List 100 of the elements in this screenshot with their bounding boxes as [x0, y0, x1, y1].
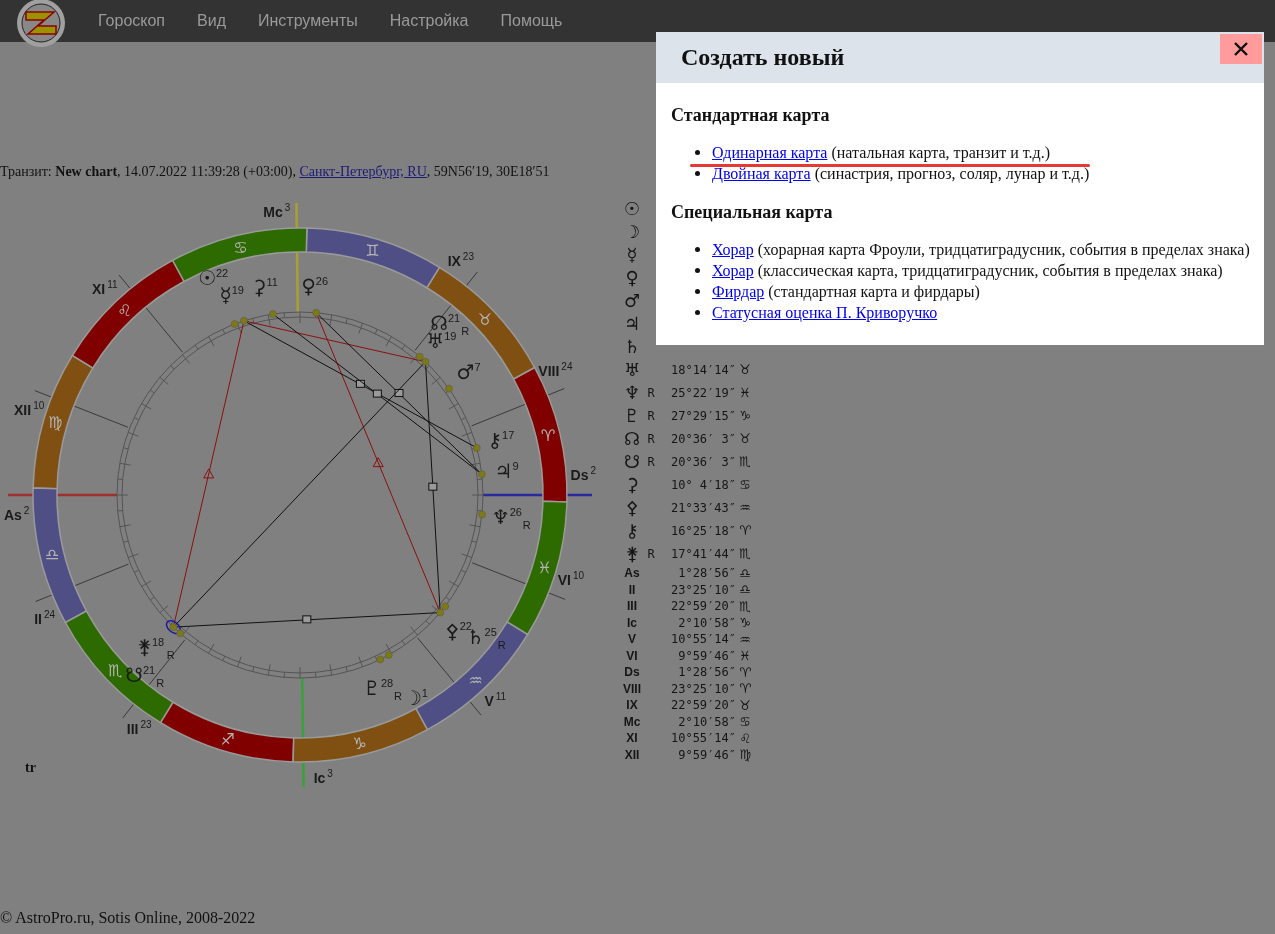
house-symbol: Ds [623, 664, 641, 681]
sign-glyph: ♋ [738, 476, 752, 494]
house-symbol: II [627, 581, 637, 598]
position-value: 20°36′ 3″ [669, 453, 736, 471]
menu-item[interactable]: Инструменты [258, 12, 358, 30]
planet-symbol: ♄ [622, 335, 642, 358]
planet-symbol: ⚵ [624, 542, 640, 565]
option-text: Хорар (классическая карта, тридцатиградусник, события в пределах знака) [712, 261, 1223, 281]
sign-glyph: ♍ [48, 413, 63, 433]
position-value: 25°22′19″ [669, 384, 736, 402]
house-label: XI$^{11}$ [91, 278, 118, 297]
bullet-icon [695, 150, 700, 155]
house-label: IX$^{23}$ [447, 250, 474, 269]
position-value: 1°28′56″ [677, 664, 736, 681]
position-value: 17°41′44″ [669, 545, 736, 563]
retrograde-mark: R [156, 676, 165, 689]
sign-glyph: ♊ [365, 241, 380, 261]
house-label: Mc$^{3}$ [263, 201, 291, 220]
sign-glyph: ♌ [117, 300, 132, 320]
house-symbol: VIII [622, 680, 642, 697]
house-label: VI$^{10}$ [557, 570, 585, 589]
planet-glyph: ⚵$^{18}$ [137, 634, 165, 659]
retrograde-mark: R [166, 648, 175, 661]
house-label: II$^{24}$ [34, 609, 56, 628]
house-label: III$^{23}$ [126, 719, 152, 737]
option-link[interactable]: Одинарная карта [712, 144, 828, 161]
menu-item[interactable]: Гороскоп [98, 12, 166, 30]
sign-glyph: ♉ [738, 361, 752, 379]
close-button[interactable] [1220, 34, 1262, 64]
menu-item[interactable]: Помощь [500, 12, 563, 30]
house-symbol: III [626, 598, 638, 615]
retrograde-mark: R [497, 639, 506, 652]
sign-glyph: ♈ [738, 664, 752, 681]
planet-dot [269, 310, 277, 318]
planet-dot [312, 308, 320, 317]
house-symbol: V [627, 631, 637, 648]
sign-glyph: ♓ [738, 384, 752, 402]
house-label: VIII$^{24}$ [538, 360, 573, 379]
position-value: 2°10′58″ [677, 713, 736, 730]
position-value: 16°25′18″ [669, 522, 736, 540]
position-value: 23°25′10″ [669, 581, 736, 598]
position-value: 23°25′10″ [669, 680, 736, 697]
planet-dot [473, 444, 481, 452]
retrograde-mark: R [646, 430, 656, 448]
planet-dot [376, 655, 385, 664]
sign-glyph: ♋ [738, 713, 752, 730]
option-text: Хорар (хорарная карта Фроули, тридцатиградусник, события в пределах знака) [712, 240, 1250, 260]
retrograde-mark: R [461, 324, 470, 337]
place-link[interactable]: Санкт-Петербург, RU [299, 164, 427, 179]
position-value: 18°14′14″ [669, 361, 736, 379]
section-heading: Специальная карта [671, 202, 834, 223]
sign-glyph: ♑ [738, 614, 752, 631]
planet-symbol: ☉ [622, 197, 642, 220]
planet-symbol: ♃ [622, 312, 642, 335]
house-symbol: XI [625, 730, 639, 747]
sign-glyph: ♏ [738, 453, 752, 471]
option-link[interactable]: Двойная карта [712, 165, 811, 182]
planet-symbol: ♂ [622, 289, 642, 312]
sign-glyph: ♉ [738, 697, 752, 714]
house-symbol: Mc [622, 713, 642, 730]
position-value: 10° 4′18″ [669, 476, 736, 494]
section-heading: Стандартная карта [671, 105, 831, 126]
house-symbol: VI [625, 647, 639, 664]
planet-symbol: ☽ [622, 220, 642, 243]
house-symbol: Ic [626, 614, 638, 631]
menu-item[interactable]: Вид [197, 12, 226, 30]
house-label: Ic$^{3}$ [313, 767, 333, 786]
house-symbol: IX [625, 697, 639, 714]
option-text: Двойная карта (синастрия, прогноз, соляр, лунар и т.д.) [712, 164, 1090, 184]
option-link[interactable]: Фирдар [712, 283, 765, 300]
position-value: 22°59′20″ [669, 598, 736, 615]
sign-glyph: ♈ [738, 522, 752, 540]
bullet-icon [695, 171, 700, 176]
house-label: V$^{11}$ [484, 691, 507, 710]
planet-symbol: ♇ [622, 404, 642, 427]
planet-glyph: ⚷$^{17}$ [487, 428, 515, 453]
sign-glyph: ♓ [738, 647, 752, 664]
menu-item[interactable]: Настройка [389, 12, 469, 30]
position-value: 27°29′15″ [669, 407, 736, 425]
planet-glyph: ♀$^{26}$ [301, 273, 329, 298]
option-text: Одинарная карта (натальная карта, транзит и т.д.) [712, 143, 1051, 163]
retrograde-mark: R [646, 545, 656, 563]
option-link[interactable]: Хорар [712, 241, 754, 258]
bullet-icon [695, 310, 700, 315]
planet-dot [478, 510, 486, 519]
planet-dot [478, 470, 486, 478]
option-link[interactable]: Хорар [712, 262, 754, 279]
planet-symbol: ♅ [622, 358, 642, 381]
planet-symbol: ⚷ [624, 519, 640, 542]
retrograde-mark: R [394, 690, 403, 703]
chart-label: tr [25, 760, 36, 775]
planet-symbol: ♆ [622, 381, 642, 404]
house-label: Ds$^{2}$ [570, 465, 597, 484]
bullet-icon [695, 289, 700, 294]
sign-glyph: ♐ [220, 730, 235, 750]
position-value: 10°55′14″ [669, 631, 736, 648]
option-link[interactable]: Статусная оценка П. Криворучко [712, 302, 938, 323]
house-label: XII$^{10}$ [14, 399, 45, 418]
retrograde-mark: R [646, 453, 656, 471]
planet-dot [445, 384, 453, 393]
